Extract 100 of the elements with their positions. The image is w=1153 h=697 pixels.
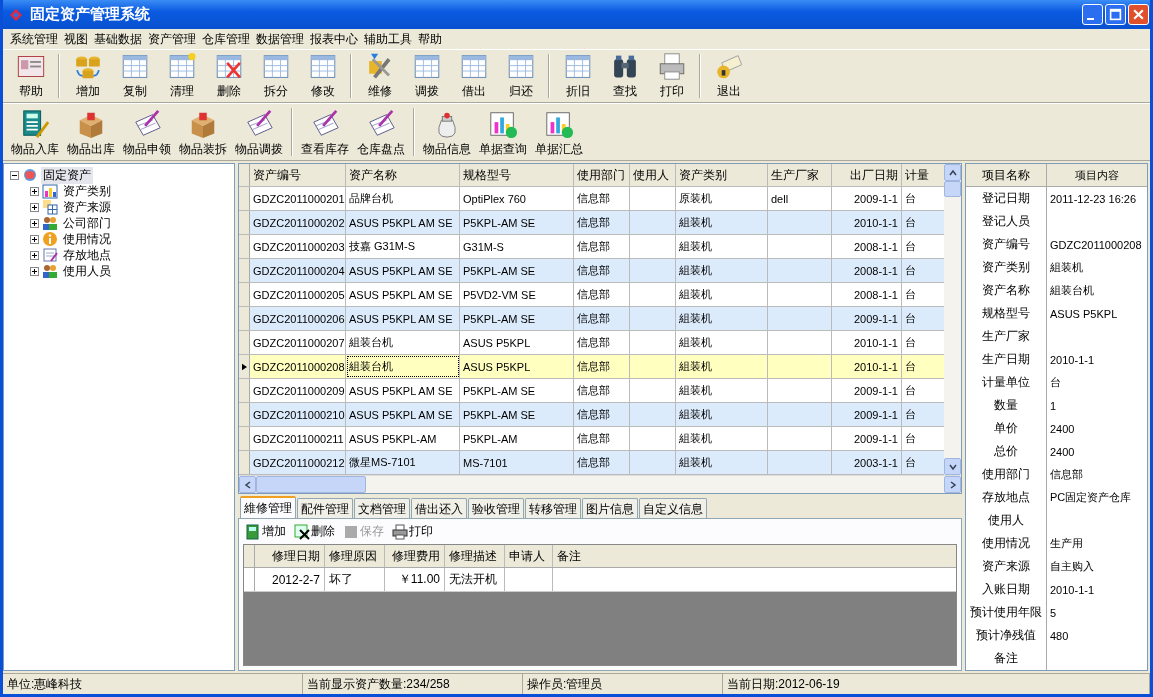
table-row[interactable]: GDZC2011000212 微星MS-7101 MS-7101 信息部 組装机 2003-1-1 台 — [239, 451, 944, 475]
toolbar-button[interactable]: 物品出库 — [63, 106, 119, 158]
toolbar-button[interactable]: 删除 — [292, 523, 337, 540]
toolbar-button[interactable]: 物品申领 — [119, 106, 175, 158]
property-label: 登记日期 — [982, 190, 1030, 207]
column-header[interactable]: 使用人 — [630, 164, 676, 186]
column-header[interactable]: 修理费用 — [385, 545, 445, 567]
scroll-thumb[interactable] — [256, 476, 366, 493]
column-header[interactable]: 修理日期 — [255, 545, 325, 567]
column-header[interactable]: 资产编号 — [250, 164, 346, 186]
expand-toggle-icon[interactable] — [30, 218, 39, 228]
toolbar-button[interactable]: 清理 — [158, 52, 205, 100]
column-header[interactable]: 申请人 — [505, 545, 553, 567]
tree-item[interactable]: 固定资产 — [41, 166, 93, 184]
toolbar-button[interactable]: 折旧 — [554, 52, 601, 100]
menu-item[interactable]: 辅助工具 — [361, 30, 415, 48]
expand-toggle-icon[interactable] — [30, 202, 39, 212]
toolbar-button[interactable]: 帮助 — [7, 52, 54, 100]
tab[interactable]: 文档管理 — [354, 498, 410, 518]
tab[interactable]: 验收管理 — [468, 498, 524, 518]
toolbar-button[interactable]: 查找 — [601, 52, 648, 100]
toolbar-button[interactable]: 修改 — [299, 52, 346, 100]
toolbar-button[interactable]: 单据查询 — [475, 106, 531, 158]
menu-item[interactable]: 基础数据 — [91, 30, 145, 48]
scroll-thumb[interactable] — [944, 181, 961, 197]
menu-item[interactable]: 帮助 — [415, 30, 445, 48]
toolbar-button[interactable]: 物品装拆 — [175, 106, 231, 158]
toolbar-button[interactable]: 增加 — [64, 52, 111, 100]
toolbar-button[interactable]: 复制 — [111, 52, 158, 100]
toolbar-button[interactable]: 物品调拨 — [231, 106, 287, 158]
toolbar-button[interactable]: 退出 — [705, 52, 752, 100]
toolbar-button[interactable]: 打印 — [390, 523, 435, 540]
table-cell: P5KPL-AM SE — [463, 408, 536, 421]
column-header[interactable]: 备注 — [553, 545, 956, 567]
tab[interactable]: 图片信息 — [582, 498, 638, 518]
toolbar-button[interactable]: 删除 — [205, 52, 252, 100]
toolbar-button[interactable]: 物品入库 — [7, 106, 63, 158]
toolbar-button[interactable]: 单据汇总 — [531, 106, 587, 158]
column-header[interactable]: 使用部门 — [574, 164, 630, 186]
toolbar-button[interactable]: 增加 — [243, 523, 288, 540]
notepad-icon — [42, 247, 58, 263]
tree-item[interactable]: 存放地点 — [61, 246, 113, 264]
tree-item[interactable]: 使用情况 — [61, 230, 113, 248]
menu-item[interactable]: 视图 — [61, 30, 91, 48]
table-row[interactable]: GDZC2011000206 ASUS P5KPL AM SE P5KPL-AM SE 信息部 組装机 2009-1-1 台 — [239, 307, 944, 331]
column-header[interactable]: 规格型号 — [460, 164, 574, 186]
expand-toggle-icon[interactable] — [30, 186, 39, 196]
menu-item[interactable]: 数据管理 — [253, 30, 307, 48]
tab[interactable]: 借出还入 — [411, 498, 467, 518]
menu-item[interactable]: 资产管理 — [145, 30, 199, 48]
minimize-button[interactable] — [1082, 4, 1103, 25]
tab[interactable]: 維修管理 — [240, 496, 296, 518]
table-cell: 信息部 — [577, 383, 610, 398]
toolbar-button[interactable]: 借出 — [450, 52, 497, 100]
expand-toggle-icon[interactable] — [30, 250, 39, 260]
maximize-button[interactable] — [1105, 4, 1126, 25]
toolbar-button[interactable]: 归还 — [497, 52, 544, 100]
toolbar-button[interactable]: 维修 — [356, 52, 403, 100]
menu-item[interactable]: 系统管理 — [7, 30, 61, 48]
chart-icon — [42, 183, 58, 199]
column-header[interactable]: 出厂日期 — [832, 164, 902, 186]
table-row[interactable]: GDZC2011000208 組装台机 ASUS P5KPL 信息部 組装机 2010-1-1 台 — [239, 355, 944, 379]
property-value: 2400 — [1050, 422, 1075, 435]
menu-item[interactable]: 报表中心 — [307, 30, 361, 48]
toolbar-button[interactable]: 仓库盘点 — [353, 106, 409, 158]
table-cell: MS-7101 — [463, 456, 508, 469]
tab[interactable]: 转移管理 — [525, 498, 581, 518]
vertical-scrollbar[interactable] — [944, 164, 961, 475]
expand-toggle-icon[interactable] — [30, 266, 39, 276]
close-button[interactable] — [1128, 4, 1149, 25]
column-header[interactable]: 资产类别 — [676, 164, 768, 186]
property-value: 自主购入 — [1050, 559, 1094, 574]
table-cell: 品牌台机 — [349, 191, 393, 206]
row-header[interactable] — [239, 355, 250, 378]
collapse-toggle-icon[interactable] — [10, 170, 19, 180]
toolbar-button[interactable]: 调拨 — [403, 52, 450, 100]
column-header[interactable]: 修理描述 — [445, 545, 505, 567]
table-cell: GDZC2011000208 — [253, 360, 345, 373]
toolbar-button[interactable]: 查看库存 — [297, 106, 353, 158]
toolbar-button[interactable]: 物品信息 — [419, 106, 475, 158]
horizontal-scrollbar[interactable] — [239, 475, 961, 493]
expand-toggle-icon[interactable] — [30, 234, 39, 244]
tree-item[interactable]: 资产来源 — [61, 198, 113, 216]
tree-item[interactable]: 使用人员 — [61, 262, 113, 280]
tree-item[interactable]: 公司部门 — [61, 214, 113, 232]
table-cell: 2009-1-1 — [853, 312, 898, 325]
table-row[interactable]: GDZC2011000204 ASUS P5KPL AM SE P5KPL-AM SE 信息部 組装机 2008-1-1 台 — [239, 259, 944, 283]
column-header[interactable]: 修理原因 — [325, 545, 385, 567]
column-header[interactable]: 资产名称 — [346, 164, 460, 186]
menu-item[interactable]: 仓库管理 — [199, 30, 253, 48]
tree-item[interactable]: 资产类别 — [61, 182, 113, 200]
tab[interactable]: 自定义信息 — [639, 498, 707, 518]
table-row[interactable]: GDZC2011000210 ASUS P5KPL AM SE P5KPL-AM SE 信息部 組装机 2009-1-1 台 — [239, 403, 944, 427]
table-row[interactable]: GDZC2011000202 ASUS P5KPL AM SE P5KPL-AM SE 信息部 組装机 2010-1-1 台 — [239, 211, 944, 235]
toolbar-button[interactable]: 拆分 — [252, 52, 299, 100]
table-cell: P5KPL-AM SE — [463, 264, 536, 277]
tab[interactable]: 配件管理 — [297, 498, 353, 518]
toolbar-button[interactable]: 打印 — [648, 52, 695, 100]
column-header[interactable]: 生产厂家 — [768, 164, 832, 186]
status-text: 当前日期:2012-06-19 — [723, 674, 1150, 694]
